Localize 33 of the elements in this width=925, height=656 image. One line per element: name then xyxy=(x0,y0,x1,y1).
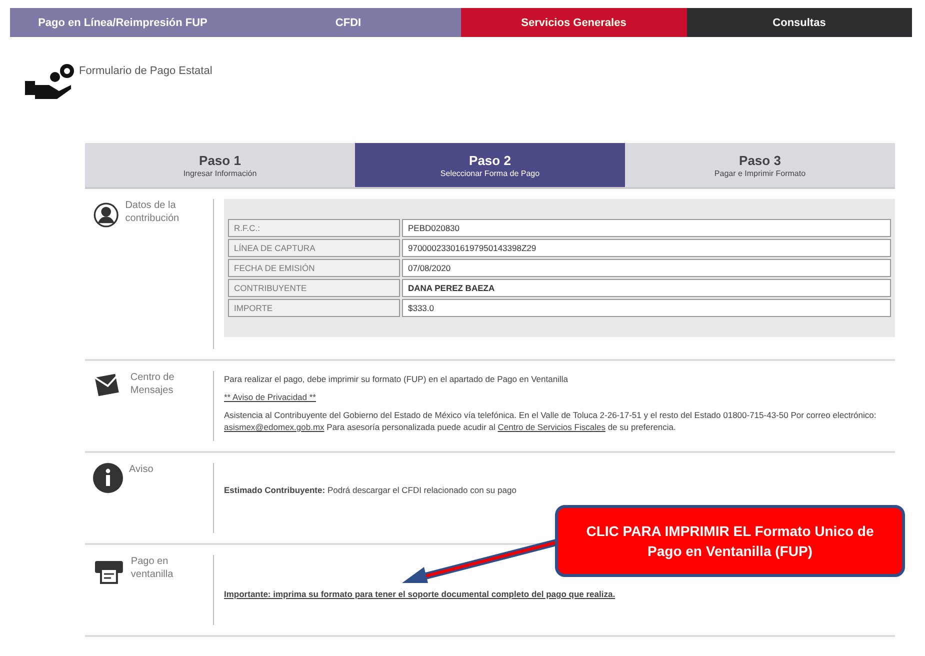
nav-tab[interactable]: Pago en Línea/Reimpresión FUP xyxy=(10,8,236,37)
section-label: Aviso xyxy=(129,463,154,477)
info-icon xyxy=(93,463,123,493)
table-cell: IMPORTE xyxy=(228,299,400,317)
nav-tab[interactable]: Consultas xyxy=(686,8,912,37)
table-cell: PEBD020830 xyxy=(402,219,891,237)
step-tab[interactable]: Paso 1 Ingresar Información xyxy=(85,143,355,187)
table-cell: FECHA DE EMISIÓN xyxy=(228,259,400,277)
table-cell: R.F.C.: xyxy=(228,219,400,237)
link[interactable]: ** Aviso de Privacidad ** xyxy=(224,392,316,402)
print-link[interactable]: Importante: imprima su formato para tener el soporte documental completo del pago que realiza. xyxy=(224,589,616,599)
step-tab[interactable]: Paso 3 Pagar e Imprimir Formato xyxy=(625,143,895,187)
message-text: Asistencia al Contribuyente del Gobierno del Estado de México vía telefónica. En el Valle de Toluca 2-26-17-51 y el resto del Estado 01800-715-43-50 Por correo electrónico: xyxy=(224,410,876,420)
callout: CLIC PARA IMPRIMIR EL Formato Unico de Pago en Ventanilla (FUP) xyxy=(555,505,905,577)
message-text: Para asesoría personalizada puede acudir al xyxy=(326,422,496,432)
nav-tab[interactable]: CFDI xyxy=(236,8,461,37)
table-cell: CONTRIBUYENTE xyxy=(228,279,400,297)
section-label: Centro de Mensajes xyxy=(130,371,176,398)
section-label: Pago en ventanilla xyxy=(130,555,174,582)
link[interactable]: Centro de Servicios Fiscales xyxy=(498,422,606,432)
message-text: de su preferencia. xyxy=(608,422,676,432)
link[interactable]: asismex@edomex.gob.mx xyxy=(224,422,324,432)
page-title: Formulario de Pago Estatal xyxy=(79,65,212,77)
nav-tab[interactable]: Servicios Generales xyxy=(461,8,686,37)
table-cell: $333.0 xyxy=(402,299,891,317)
section-label: Datos de la contribución xyxy=(125,199,180,226)
notice-text: Estimado Contribuyente: Podrá descargar el CFDI relacionado con su pago xyxy=(224,485,516,495)
table-cell: 07/08/2020 xyxy=(402,259,891,277)
step-tab[interactable]: Paso 2 Seleccionar Forma de Pago xyxy=(355,143,625,187)
table-cell: DANA PEREZ BAEZA xyxy=(402,279,891,297)
table-cell: 970000233016197950143398Z29 xyxy=(402,239,891,257)
table-cell: LÍNEA DE CAPTURA xyxy=(228,239,400,257)
message-text: Para realizar el pago, debe imprimir su formato (FUP) en el apartado de Pago en Ventanilla xyxy=(224,374,568,384)
